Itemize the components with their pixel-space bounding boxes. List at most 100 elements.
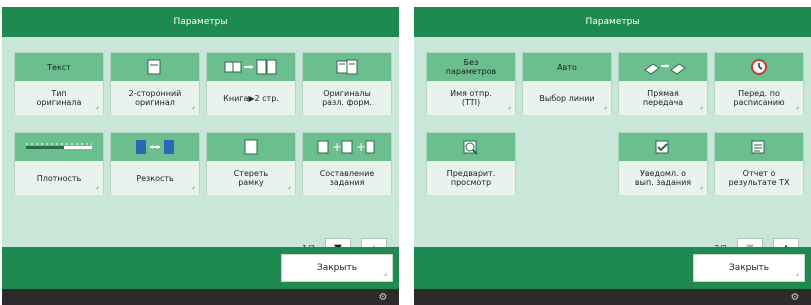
tile-delayed-send-top (715, 53, 803, 81)
tile-original-type-top: Текст (15, 53, 103, 81)
tile-job-notification-top (619, 133, 707, 161)
tile-different-size-originals[interactable]: Оригиналы разл. форм. (302, 52, 392, 115)
footer-bar-left: Закрыть ⌟ (2, 247, 399, 289)
tile-line-select-bottom: Выбор линии (523, 81, 611, 115)
page-title: Параметры (585, 17, 640, 27)
tile-tx-report-bottom: Отчет о результате ТХ (715, 161, 803, 195)
tile-line-select-top: Авто (523, 53, 611, 81)
status-bar-left: ⚙ (2, 289, 399, 305)
corner-arrow-icon: ⌟ (699, 182, 703, 190)
tile-original-type[interactable]: Текст Тип оригинала ⌟ (14, 52, 104, 115)
tile-density[interactable]: Плотность ⌟ (14, 132, 104, 195)
tile-direct-send-bottom: Прямая передача (619, 81, 707, 115)
page-title-left: Параметры (2, 7, 399, 37)
tile-density-top (15, 133, 103, 161)
tile-different-sizes-top (303, 53, 391, 81)
tile-erase-frame[interactable]: Стереть рамку ⌟ (206, 132, 296, 195)
corner-arrow-icon: ⌟ (507, 102, 511, 110)
close-button[interactable]: Закрыть ⌟ (281, 254, 393, 282)
tile-job-notification[interactable]: Уведомл. о вып. задания ⌟ (618, 132, 708, 195)
tile-direct-send-label: Прямая передача (642, 89, 684, 107)
tile-original-type-label: Тип оригинала (36, 89, 82, 107)
tx-report-icon (746, 138, 772, 156)
corner-arrow-icon: ⌟ (699, 102, 703, 110)
tile-book-to-two-pages[interactable]: Книга▶2 стр. (206, 52, 296, 115)
page-title: Параметры (173, 17, 228, 27)
tile-line-select-label: Выбор линии (539, 93, 595, 103)
corner-arrow-icon: ⌟ (191, 102, 195, 110)
page-title-right: Параметры (414, 7, 811, 37)
tile-preview-top (427, 133, 515, 161)
tile-delayed-send[interactable]: Перед. по расписанию ⌟ (714, 52, 804, 115)
corner-arrow-icon: ⌟ (287, 182, 291, 190)
direct-send-icon (639, 58, 687, 76)
tile-two-sided-original-label: 2-сторонний оригинал (128, 89, 182, 107)
tile-book-label: Книга▶2 стр. (223, 93, 279, 103)
tile-tx-report[interactable]: Отчет о результате ТХ (714, 132, 804, 195)
tile-original-type-bottom: Тип оригинала (15, 81, 103, 115)
options-panel-page-2: Параметры Без параметров Имя отпр. (TTI)… (414, 7, 811, 305)
sharpness-icon (134, 138, 176, 156)
footer-bar-right: Закрыть ⌟ (414, 247, 811, 289)
corner-arrow-icon: ⌟ (603, 102, 607, 110)
tile-direct-send[interactable]: Прямая передача ⌟ (618, 52, 708, 115)
tile-job-build-label: Составление задания (319, 169, 375, 187)
tile-line-select[interactable]: Авто Выбор линии ⌟ (522, 52, 612, 115)
tile-tx-report-top (715, 133, 803, 161)
tile-delayed-send-bottom: Перед. по расписанию (715, 81, 803, 115)
tile-erase-frame-bottom: Стереть рамку (207, 161, 295, 195)
corner-arrow-icon: ⌟ (191, 182, 195, 190)
job-notification-icon (650, 138, 676, 156)
tile-sharpness-top (111, 133, 199, 161)
close-button-label: Закрыть (728, 263, 770, 273)
svg-text:+: + (356, 140, 366, 154)
tile-preview[interactable]: Предварит. просмотр (426, 132, 516, 195)
tile-two-sided-original-bottom: 2-сторонний оригинал (111, 81, 199, 115)
svg-text:+: + (332, 140, 342, 154)
options-grid-right: Без параметров Имя отпр. (TTI) ⌟ Авто Вы… (414, 37, 811, 258)
tile-job-build[interactable]: + + Составление задания (302, 132, 392, 195)
tile-density-bottom: Плотность (15, 161, 103, 195)
tile-sharpness-label: Резкость (136, 173, 174, 183)
tile-sender-name-bottom: Имя отпр. (TTI) (427, 81, 515, 115)
tile-erase-frame-top (207, 133, 295, 161)
tile-sender-name[interactable]: Без параметров Имя отпр. (TTI) ⌟ (426, 52, 516, 115)
tile-book-bottom: Книга▶2 стр. (207, 81, 295, 115)
tile-sender-name-top: Без параметров (427, 53, 515, 81)
tile-sharpness[interactable]: Резкость ⌟ (110, 132, 200, 195)
corner-arrow-icon: ⌟ (795, 102, 799, 110)
tile-two-sided-original-top (111, 53, 199, 81)
tile-sender-name-label: Имя отпр. (TTI) (450, 89, 492, 107)
tile-job-notification-label: Уведомл. о вып. задания (634, 169, 692, 187)
tile-job-build-top: + + (303, 133, 391, 161)
tile-job-notification-bottom: Уведомл. о вып. задания (619, 161, 707, 195)
preview-icon (458, 138, 484, 156)
clock-icon (748, 58, 770, 76)
status-gear-icon: ⚙ (378, 291, 388, 303)
tile-direct-send-top (619, 53, 707, 81)
options-panel-page-1: Параметры Текст Тип оригинала ⌟ 2-сторон… (2, 7, 399, 305)
tile-original-type-top-label: Текст (47, 62, 71, 72)
close-button-label: Закрыть (316, 263, 358, 273)
erase-frame-icon (241, 138, 261, 156)
mixed-size-originals-icon (334, 58, 360, 76)
tile-tx-report-label: Отчет о результате ТХ (728, 169, 790, 187)
tile-book-top (207, 53, 295, 81)
tile-line-select-top-label: Авто (557, 62, 577, 72)
corner-arrow-icon: ⌟ (795, 269, 799, 277)
duplex-original-icon (142, 58, 168, 76)
screen-root: Параметры Текст Тип оригинала ⌟ 2-сторон… (0, 0, 811, 305)
close-button[interactable]: Закрыть ⌟ (693, 254, 805, 282)
status-bar-right: ⚙ (414, 289, 811, 305)
tile-density-label: Плотность (36, 173, 82, 183)
density-slider-icon (24, 138, 94, 156)
tile-sender-name-top-label: Без параметров (445, 58, 497, 76)
tile-different-sizes-label: Оригиналы разл. форм. (322, 89, 372, 107)
tile-preview-bottom: Предварит. просмотр (427, 161, 515, 195)
tile-sharpness-bottom: Резкость (111, 161, 199, 195)
tile-erase-frame-label: Стереть рамку (233, 169, 269, 187)
tile-preview-label: Предварит. просмотр (446, 169, 496, 187)
tile-job-build-bottom: Составление задания (303, 161, 391, 195)
tile-two-sided-original[interactable]: 2-сторонний оригинал ⌟ (110, 52, 200, 115)
options-grid-left: Текст Тип оригинала ⌟ 2-сторонний оригин… (2, 37, 399, 258)
